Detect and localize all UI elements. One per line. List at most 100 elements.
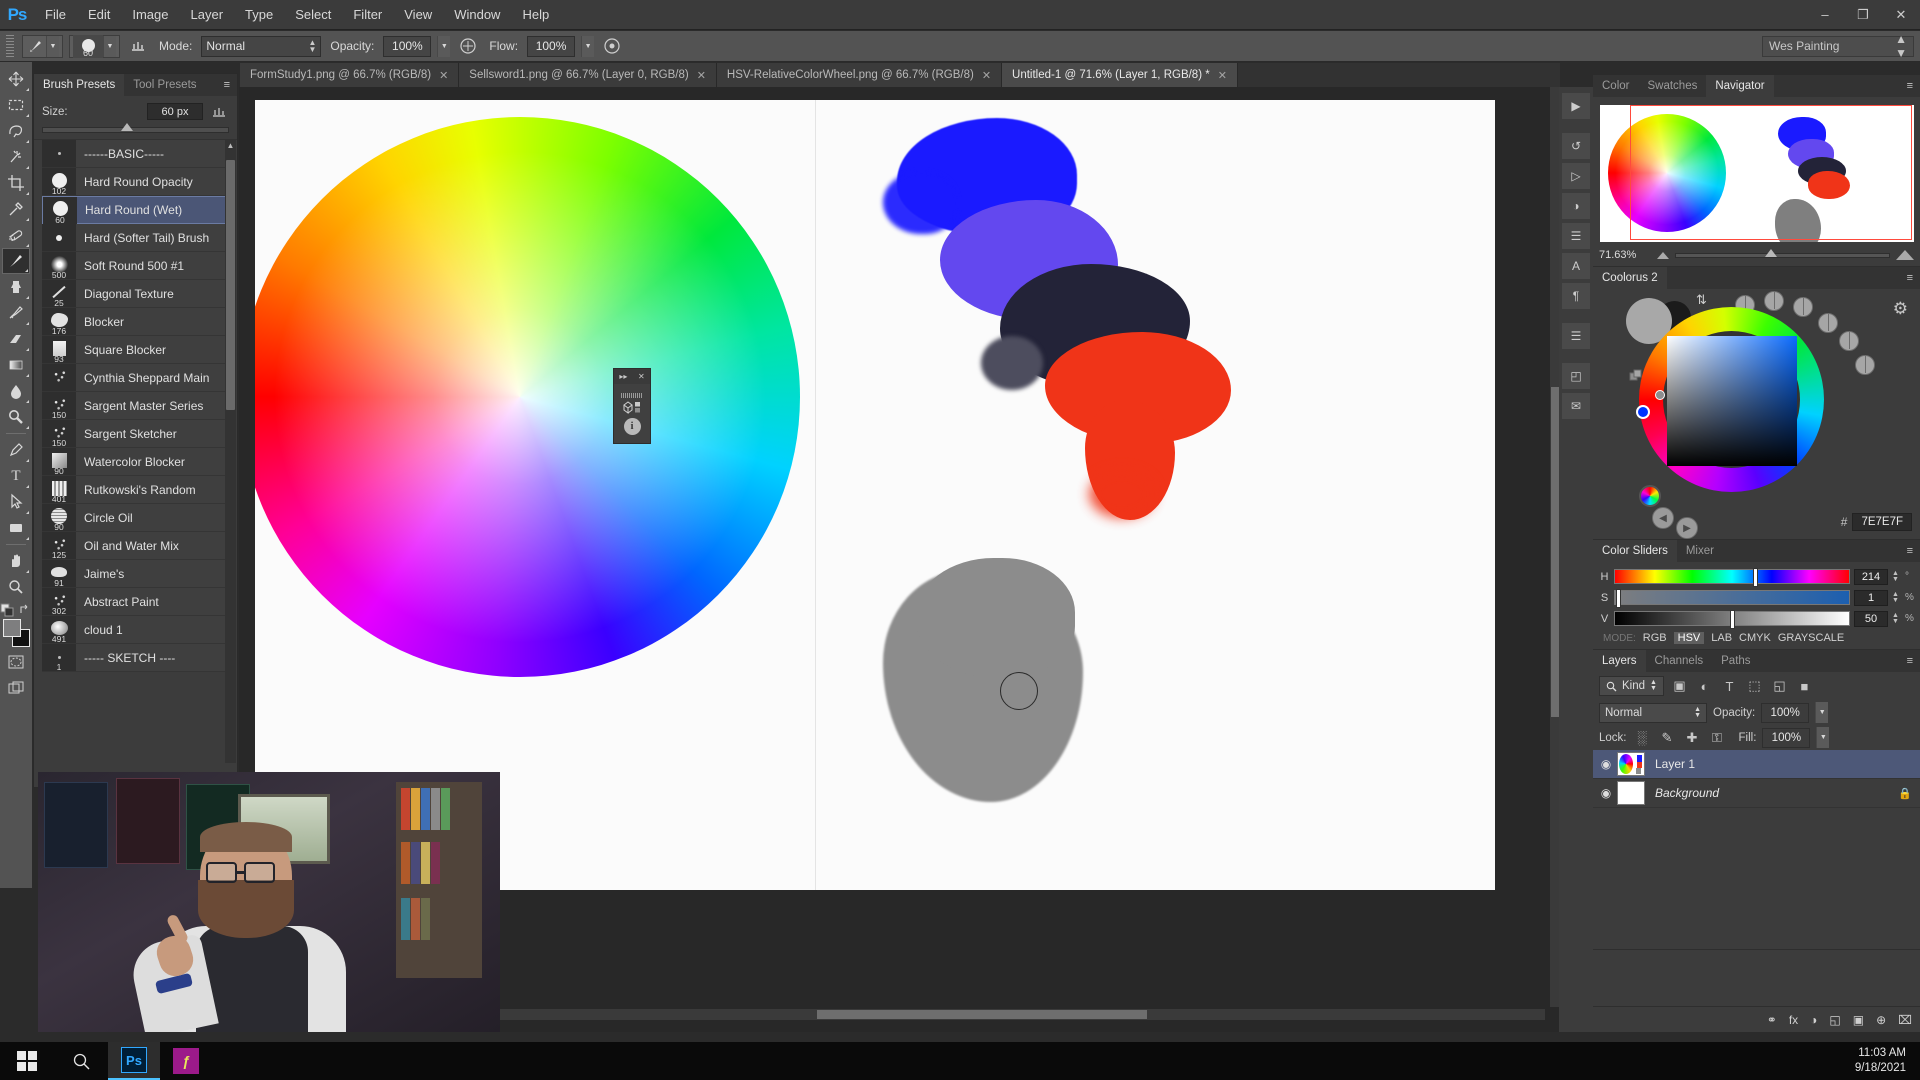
- brush-preset-list[interactable]: ------BASIC-----102Hard Round Opacity60H…: [34, 139, 237, 763]
- mode-rgb[interactable]: RGB: [1643, 632, 1667, 644]
- brush-preset-row[interactable]: 125Oil and Water Mix: [42, 532, 229, 560]
- hand-tool[interactable]: [2, 548, 30, 574]
- properties-icon[interactable]: ☰: [1562, 223, 1590, 249]
- navigator-view-box[interactable]: [1630, 105, 1912, 240]
- marquee-tool[interactable]: [2, 92, 30, 118]
- menu-image[interactable]: Image: [121, 0, 179, 30]
- lock-all-icon[interactable]: ⚿: [1708, 730, 1727, 746]
- notes-icon[interactable]: ✉: [1562, 393, 1590, 419]
- tab-tool-presets[interactable]: Tool Presets: [124, 74, 205, 96]
- mode-cmyk[interactable]: CMYK: [1739, 632, 1771, 644]
- brush-preset-row[interactable]: 90Circle Oil: [42, 504, 229, 532]
- hue-slider-track[interactable]: [1614, 569, 1850, 584]
- tab-swatches[interactable]: Swatches: [1638, 75, 1706, 97]
- brush-preset-row[interactable]: 150Sargent Master Series: [42, 392, 229, 420]
- hue-slider-thumb[interactable]: [1753, 568, 1758, 587]
- opacity-input[interactable]: 100%: [383, 36, 431, 57]
- histogram-icon[interactable]: ☰: [1562, 323, 1590, 349]
- lock-image-icon[interactable]: ✎: [1658, 730, 1677, 746]
- filter-pixel-icon[interactable]: ▣: [1670, 678, 1689, 694]
- layer-fill-input[interactable]: 100%: [1762, 728, 1810, 748]
- menu-filter[interactable]: Filter: [342, 0, 393, 30]
- tab-color-sliders[interactable]: Color Sliders: [1593, 540, 1677, 562]
- actions-icon[interactable]: ▷: [1562, 163, 1590, 189]
- hue-spinner-icon[interactable]: ▲▼: [1892, 571, 1901, 583]
- blend-mode-select[interactable]: Normal ▲▼: [201, 36, 321, 57]
- value-slider-track[interactable]: [1614, 611, 1850, 626]
- brush-preset-row[interactable]: 176Blocker: [42, 308, 229, 336]
- link-layers-icon[interactable]: ⚭: [1767, 1013, 1777, 1027]
- foreground-color-swatch[interactable]: [3, 619, 21, 637]
- layer-opacity-input[interactable]: 100%: [1761, 703, 1809, 723]
- menu-type[interactable]: Type: [234, 0, 284, 30]
- gradient-tool[interactable]: [2, 352, 30, 378]
- zoom-out-icon[interactable]: [1657, 252, 1669, 259]
- navigator-menu-icon[interactable]: ≡: [1900, 75, 1920, 97]
- history-brush-tool[interactable]: [2, 300, 30, 326]
- tab-paths[interactable]: Paths: [1712, 650, 1759, 672]
- brush-flip-icon[interactable]: [209, 102, 229, 121]
- start-button[interactable]: [0, 1042, 54, 1080]
- document-tab-untitled-1[interactable]: Untitled-1 @ 71.6% (Layer 1, RGB/8) * ✕: [1002, 63, 1238, 87]
- path-selection-tool[interactable]: [2, 489, 30, 515]
- filter-smart-object-icon[interactable]: ◱: [1770, 678, 1789, 694]
- lock-transparency-icon[interactable]: ░: [1633, 730, 1652, 745]
- coolorus-body[interactable]: ⇅ ⚙ ◀ ▶ # 7E7E7F: [1593, 289, 1920, 539]
- character-icon[interactable]: A: [1562, 253, 1590, 279]
- swap-colors-icon[interactable]: ⇅: [1696, 292, 1707, 308]
- layer-row-background[interactable]: ◉ Background 🔒: [1593, 779, 1920, 808]
- brush-preset-row[interactable]: 25Diagonal Texture: [42, 280, 229, 308]
- restore-button[interactable]: ❐: [1844, 0, 1882, 30]
- tab-brush-presets[interactable]: Brush Presets: [34, 74, 124, 96]
- floating-mini-panel[interactable]: ▸▸ ✕ i: [613, 368, 651, 444]
- layer-blend-mode-select[interactable]: Normal ▲▼: [1599, 703, 1707, 723]
- layers-menu-icon[interactable]: ≡: [1900, 650, 1920, 672]
- swap-colors-icon[interactable]: [18, 603, 32, 617]
- filter-adjustment-icon[interactable]: ◐: [1695, 679, 1714, 694]
- lock-position-icon[interactable]: ✚: [1683, 730, 1702, 746]
- rectangle-tool[interactable]: [2, 515, 30, 541]
- healing-brush-tool[interactable]: [2, 222, 30, 248]
- hue-selector-dot[interactable]: [1636, 405, 1650, 419]
- saturation-spinner-icon[interactable]: ▲▼: [1892, 592, 1901, 604]
- scroll-up-icon[interactable]: ▲: [226, 141, 235, 155]
- gear-icon[interactable]: ⚙: [1893, 299, 1908, 319]
- tab-close-icon[interactable]: ✕: [439, 69, 448, 82]
- mode-lab[interactable]: LAB: [1711, 632, 1732, 644]
- navigator-thumbnail[interactable]: [1600, 105, 1914, 242]
- tab-close-icon[interactable]: ✕: [982, 69, 991, 82]
- harmony-tetrad-icon[interactable]: [1818, 313, 1838, 333]
- layer-row-layer-1[interactable]: ◉ Layer 1: [1593, 750, 1920, 779]
- layer-name[interactable]: Background: [1645, 786, 1719, 800]
- zoom-tool[interactable]: [2, 574, 30, 600]
- color-swatches[interactable]: [2, 619, 30, 649]
- mode-grayscale[interactable]: GRAYSCALE: [1778, 632, 1844, 644]
- new-group-icon[interactable]: ▣: [1853, 1013, 1864, 1027]
- brush-list-scrollbar[interactable]: ▲: [225, 140, 236, 763]
- menu-view[interactable]: View: [393, 0, 443, 30]
- brush-panel-toggle-icon[interactable]: [126, 35, 150, 58]
- brush-preset-row[interactable]: 93Square Blocker: [42, 336, 229, 364]
- lasso-tool[interactable]: [2, 118, 30, 144]
- search-button[interactable]: [54, 1042, 108, 1080]
- expand-icon[interactable]: ▸▸: [619, 372, 627, 381]
- layer-filter-kind-select[interactable]: Kind ▲▼: [1599, 676, 1664, 696]
- new-layer-icon[interactable]: ⊕: [1876, 1013, 1886, 1027]
- taskbar-photoshop[interactable]: Ps: [108, 1042, 160, 1080]
- mode-hsv[interactable]: HSV: [1674, 632, 1705, 644]
- menu-file[interactable]: File: [34, 0, 77, 30]
- cube-icon[interactable]: [621, 400, 643, 416]
- layer-name[interactable]: Layer 1: [1645, 757, 1695, 771]
- color-mode-icon[interactable]: [1639, 485, 1661, 507]
- menu-layer[interactable]: Layer: [180, 0, 235, 30]
- tab-channels[interactable]: Channels: [1646, 650, 1713, 672]
- navigator-zoom-slider[interactable]: [1675, 253, 1890, 258]
- tab-mixer[interactable]: Mixer: [1677, 540, 1723, 562]
- tab-color[interactable]: Color: [1593, 75, 1638, 97]
- adjustments-icon[interactable]: ◑: [1562, 193, 1590, 219]
- tab-coolorus[interactable]: Coolorus 2: [1593, 267, 1667, 289]
- harmony-complement-icon[interactable]: [1764, 291, 1784, 311]
- eraser-tool[interactable]: [2, 326, 30, 352]
- brush-tool[interactable]: [2, 248, 30, 274]
- history-icon[interactable]: ↺: [1562, 133, 1590, 159]
